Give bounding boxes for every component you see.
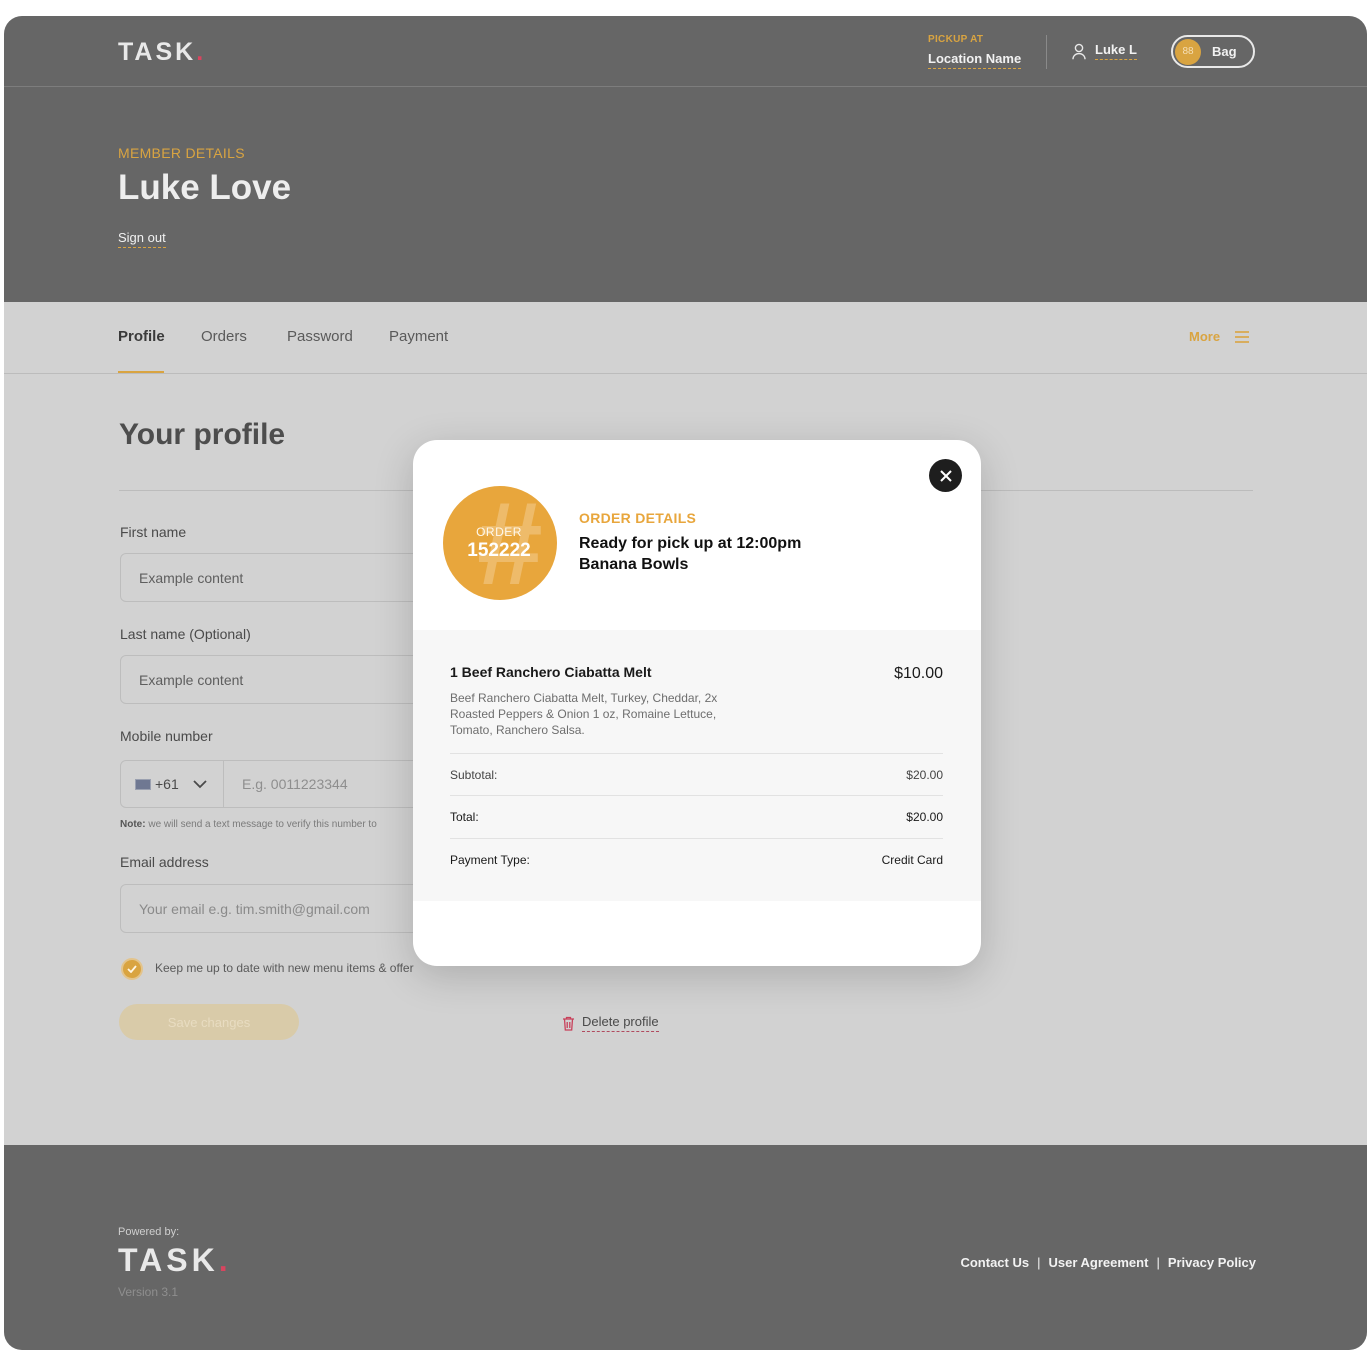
version-label: Version 3.1 bbox=[118, 1285, 179, 1299]
tab-payment[interactable]: Payment bbox=[389, 328, 448, 345]
last-name-label: Last name (Optional) bbox=[120, 626, 251, 642]
divider bbox=[1046, 35, 1047, 69]
user-agreement-link[interactable]: User Agreement bbox=[1048, 1255, 1148, 1270]
subtotal-label: Subtotal: bbox=[450, 768, 498, 782]
country-code-select[interactable]: +61 bbox=[120, 760, 224, 808]
note-prefix: Note: bbox=[120, 819, 146, 830]
pickup-location-link[interactable]: Location Name bbox=[928, 51, 1022, 69]
order-number-badge: # ORDER 152222 bbox=[443, 486, 557, 600]
brand-logo-dot: . bbox=[196, 38, 207, 66]
delete-profile-link[interactable]: Delete profile bbox=[562, 1014, 659, 1032]
close-icon bbox=[939, 469, 952, 482]
first-name-label: First name bbox=[120, 524, 187, 540]
account-tabs: Profile Orders Password Payment More bbox=[4, 302, 1367, 374]
link-separator: | bbox=[1037, 1255, 1041, 1270]
order-details-label: ORDER DETAILS bbox=[579, 510, 697, 526]
order-item-description: Beef Ranchero Ciabatta Melt, Turkey, Che… bbox=[450, 691, 718, 737]
link-separator: | bbox=[1156, 1255, 1160, 1270]
payment-type-row: Payment Type: Credit Card bbox=[450, 838, 943, 881]
email-label: Email address bbox=[120, 854, 209, 870]
sign-out-link[interactable]: Sign out bbox=[118, 230, 166, 248]
order-item-name: 1 Beef Ranchero Ciabatta Melt bbox=[450, 664, 652, 680]
order-details-modal: # ORDER 152222 ORDER DETAILS Ready for p… bbox=[413, 440, 981, 966]
contact-us-link[interactable]: Contact Us bbox=[960, 1255, 1029, 1270]
newsletter-label: Keep me up to date with new menu items &… bbox=[155, 961, 414, 975]
verify-note: Note: we will send a text message to ver… bbox=[120, 819, 377, 830]
check-icon bbox=[127, 965, 137, 973]
order-label: ORDER bbox=[476, 525, 522, 539]
total-label: Total: bbox=[450, 810, 479, 824]
close-button[interactable] bbox=[929, 459, 962, 492]
order-item-price: $10.00 bbox=[894, 665, 943, 682]
flag-icon bbox=[135, 778, 151, 790]
top-navbar: TASK. PICKUP AT Location Name Luke L 88 … bbox=[4, 16, 1367, 87]
order-number: 152222 bbox=[467, 540, 531, 561]
subtotal-row: Subtotal: $20.00 bbox=[450, 753, 943, 796]
more-label: More bbox=[1189, 329, 1221, 344]
bag-button[interactable]: 88 Bag bbox=[1171, 35, 1255, 68]
pickup-location-selector[interactable]: PICKUP AT Location Name bbox=[928, 34, 1022, 69]
country-code: +61 bbox=[155, 776, 179, 792]
payment-type-label: Payment Type: bbox=[450, 853, 530, 867]
delete-profile-label: Delete profile bbox=[582, 1014, 659, 1032]
order-summary: 1 Beef Ranchero Ciabatta Melt $10.00 Bee… bbox=[413, 630, 981, 901]
menu-icon bbox=[1235, 330, 1250, 343]
member-name: Luke Love bbox=[118, 168, 292, 207]
tab-password[interactable]: Password bbox=[287, 328, 353, 345]
store-name: Banana Bowls bbox=[579, 556, 689, 573]
bag-label: Bag bbox=[1212, 44, 1237, 59]
privacy-policy-link[interactable]: Privacy Policy bbox=[1168, 1255, 1256, 1270]
brand-logo-text: TASK bbox=[118, 38, 197, 66]
newsletter-checkbox[interactable] bbox=[121, 958, 143, 980]
total-row: Total: $20.00 bbox=[450, 795, 943, 838]
pickup-label: PICKUP AT bbox=[928, 34, 984, 45]
more-menu-button[interactable]: More bbox=[1189, 329, 1250, 344]
footer-logo-dot: . bbox=[218, 1242, 232, 1278]
header: TASK. PICKUP AT Location Name Luke L 88 … bbox=[4, 16, 1367, 302]
chevron-down-icon bbox=[193, 780, 207, 789]
member-details-label: MEMBER DETAILS bbox=[118, 145, 245, 161]
note-text: we will send a text message to verify th… bbox=[148, 819, 377, 830]
tab-orders[interactable]: Orders bbox=[201, 328, 247, 345]
tab-profile[interactable]: Profile bbox=[118, 328, 165, 345]
powered-by-label: Powered by: bbox=[118, 1226, 180, 1238]
footer-links: Contact Us | User Agreement | Privacy Po… bbox=[960, 1255, 1256, 1270]
brand-logo[interactable]: TASK. bbox=[118, 38, 206, 67]
footer-logo-text: TASK bbox=[118, 1242, 219, 1278]
total-value: $20.00 bbox=[906, 810, 943, 824]
trash-icon bbox=[563, 1016, 574, 1031]
footer-logo: TASK. bbox=[118, 1242, 232, 1279]
subtotal-value: $20.00 bbox=[906, 768, 943, 782]
page-title: Your profile bbox=[119, 418, 286, 451]
mobile-number-label: Mobile number bbox=[120, 728, 213, 744]
active-tab-indicator bbox=[118, 371, 164, 373]
bag-count-badge: 88 bbox=[1175, 38, 1201, 65]
save-changes-button[interactable]: Save changes bbox=[119, 1004, 299, 1040]
footer: Powered by: TASK. Version 3.1 Contact Us… bbox=[4, 1145, 1367, 1350]
pickup-time-text: Ready for pick up at 12:00pm bbox=[579, 535, 802, 552]
user-icon bbox=[1072, 43, 1086, 59]
user-name: Luke L bbox=[1095, 42, 1137, 60]
user-account-link[interactable]: Luke L bbox=[1072, 42, 1137, 60]
payment-type-value: Credit Card bbox=[881, 853, 943, 867]
